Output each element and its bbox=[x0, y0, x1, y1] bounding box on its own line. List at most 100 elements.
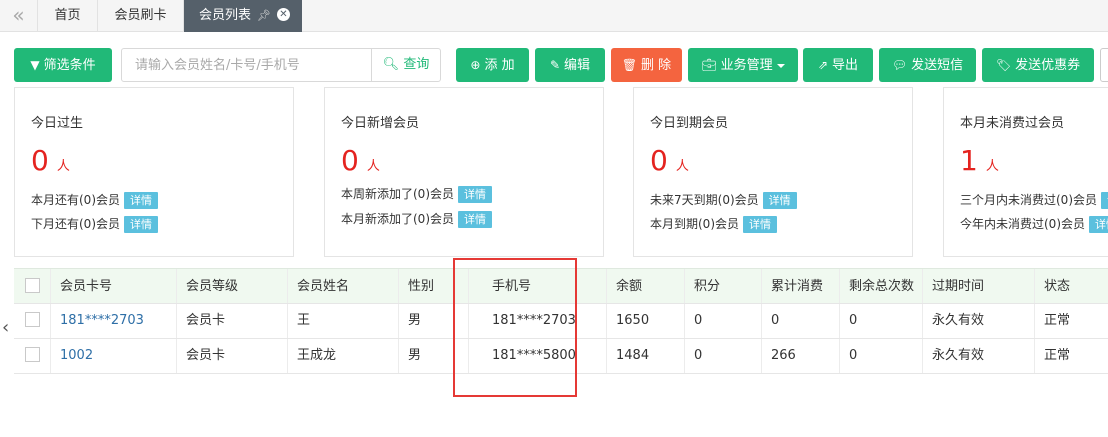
table-cell: 0 bbox=[685, 339, 762, 373]
detail-button[interactable]: 详情 bbox=[458, 211, 492, 228]
search-icon: 🔍︎ bbox=[382, 57, 400, 72]
detail-button[interactable]: 详情 bbox=[743, 216, 777, 233]
card-line: 本周新添加了(0)会员 详情 bbox=[341, 185, 492, 203]
coupon-label: 发送优惠券 bbox=[1015, 58, 1081, 73]
card-line: 下月还有(0)会员 详情 bbox=[31, 215, 158, 233]
plus-circle-icon: ⊕ bbox=[470, 58, 481, 72]
member-table: 会员卡号 会员等级 会员姓名 性别 手机号 余额 积分 累计消费 剩余总次数 过… bbox=[14, 268, 1108, 437]
toolbar: ▼筛选条件 🔍︎ 查询 ⊕添 加 ✎编辑 🗑︎删 除 💼︎业务管理 ⇗导出 💬︎… bbox=[0, 32, 1108, 87]
table-cell: 0 bbox=[762, 304, 840, 338]
tag-icon: 🏷︎ bbox=[995, 58, 1012, 72]
tab-member-swipe[interactable]: 会员刷卡 bbox=[98, 0, 184, 32]
tab-member-list[interactable]: 会员列表 📌︎ ✕ bbox=[184, 0, 302, 32]
stat-card-birthday: 今日过生 0人 本月还有(0)会员 详情 下月还有(0)会员 详情 bbox=[14, 87, 294, 257]
detail-button[interactable]: 详情 bbox=[124, 192, 158, 209]
chevron-left-icon[interactable]: ‹ bbox=[2, 318, 14, 338]
pin-icon[interactable]: 📌︎ bbox=[257, 0, 271, 31]
table-cell: 王成龙 bbox=[288, 339, 399, 373]
table-cell: 0 bbox=[685, 304, 762, 338]
column-header[interactable]: 会员卡号 bbox=[51, 269, 177, 303]
edit-label: 编辑 bbox=[564, 58, 591, 73]
column-header[interactable]: 余额 bbox=[607, 269, 685, 303]
export-button[interactable]: ⇗ 导出 bbox=[803, 48, 873, 82]
table-row[interactable]: 181****2703 会员卡 王 男 181****2703 1650 0 0… bbox=[14, 304, 1108, 339]
add-button[interactable]: ⊕ 添 加 bbox=[456, 48, 529, 82]
column-header[interactable]: 手机号 bbox=[469, 269, 607, 303]
add-label: 添 加 bbox=[484, 58, 515, 73]
column-header[interactable]: 性别 bbox=[399, 269, 469, 303]
column-header[interactable]: 过期时间 bbox=[923, 269, 1035, 303]
filter-button[interactable]: ▼ 筛选条件 bbox=[14, 48, 112, 82]
card-line: 三个月内未消费过(0)会员详情 bbox=[960, 191, 1108, 209]
search-input[interactable] bbox=[122, 49, 371, 81]
export-label: 导出 bbox=[832, 58, 859, 73]
row-checkbox[interactable] bbox=[14, 304, 51, 338]
delete-button[interactable]: 🗑︎ 删 除 bbox=[611, 48, 682, 82]
tab-label: 会员刷卡 bbox=[114, 8, 167, 23]
caret-down-icon bbox=[776, 63, 785, 68]
column-header[interactable]: 会员姓名 bbox=[288, 269, 399, 303]
send-sms-button[interactable]: 💬︎ 发送短信 bbox=[879, 48, 976, 82]
table-cell: 181****5800 bbox=[469, 339, 607, 373]
column-header[interactable]: 状态 bbox=[1035, 269, 1108, 303]
card-title: 今日新增会员 bbox=[341, 116, 420, 131]
business-label: 业务管理 bbox=[720, 58, 773, 73]
card-title: 今日到期会员 bbox=[650, 116, 729, 131]
card-count: 0人 bbox=[31, 144, 70, 177]
card-number-link[interactable]: 181****2703 bbox=[51, 304, 177, 338]
select-all-checkbox[interactable] bbox=[14, 269, 51, 303]
detail-button[interactable]: 详情 bbox=[124, 216, 158, 233]
table-cell: 266 bbox=[762, 339, 840, 373]
table-cell: 会员卡 bbox=[177, 339, 288, 373]
card-number-link[interactable]: 1002 bbox=[51, 339, 177, 373]
column-header[interactable]: 积分 bbox=[685, 269, 762, 303]
detail-button[interactable]: 详情 bbox=[458, 186, 492, 203]
chat-bubble-icon: 💬︎ bbox=[891, 58, 908, 72]
close-icon[interactable]: ✕ bbox=[276, 8, 290, 21]
column-header[interactable]: 累计消费 bbox=[762, 269, 840, 303]
query-button[interactable]: 🔍︎ 查询 bbox=[371, 49, 440, 81]
table-cell: 永久有效 bbox=[923, 304, 1035, 338]
share-icon: ⇗ bbox=[817, 58, 829, 72]
briefcase-icon: 💼︎ bbox=[701, 58, 717, 72]
table-cell: 男 bbox=[399, 339, 469, 373]
table-cell: 0 bbox=[840, 339, 923, 373]
filter-label: 筛选条件 bbox=[43, 58, 96, 73]
card-line: 本月新添加了(0)会员 详情 bbox=[341, 210, 492, 228]
card-line: 本月到期(0)会员 详情 bbox=[650, 215, 777, 233]
more-button[interactable] bbox=[1100, 48, 1108, 82]
row-checkbox[interactable] bbox=[14, 339, 51, 373]
detail-button[interactable]: 详情 bbox=[1101, 192, 1108, 209]
detail-button[interactable]: 详情 bbox=[1089, 216, 1108, 233]
table-cell: 正常 bbox=[1044, 348, 1071, 363]
table-cell: 1650 bbox=[607, 304, 685, 338]
pencil-square-icon: ✎ bbox=[549, 58, 561, 72]
double-chevron-left-icon[interactable]: « bbox=[0, 0, 38, 32]
stat-card-no-consumption: 本月未消费过会员 1人 三个月内未消费过(0)会员详情 今年内未消费过(0)会员… bbox=[943, 87, 1108, 257]
card-title: 今日过生 bbox=[31, 116, 84, 131]
column-header[interactable]: 会员等级 bbox=[177, 269, 288, 303]
tab-home[interactable]: 首页 bbox=[38, 0, 98, 32]
card-line: 未来7天到期(0)会员 详情 bbox=[650, 191, 797, 209]
card-title: 本月未消费过会员 bbox=[960, 116, 1065, 131]
column-header[interactable]: 剩余总次数 bbox=[840, 269, 923, 303]
table-row[interactable]: 1002 会员卡 王成龙 男 181****5800 1484 0 266 0 … bbox=[14, 339, 1108, 374]
card-line: 本月还有(0)会员 详情 bbox=[31, 191, 158, 209]
detail-button[interactable]: 详情 bbox=[762, 192, 797, 209]
table-cell: 正常 bbox=[1044, 313, 1071, 328]
tab-label: 首页 bbox=[54, 8, 81, 23]
funnel-icon: ▼ bbox=[30, 58, 40, 72]
table-cell: 会员卡 bbox=[177, 304, 288, 338]
table-cell: 王 bbox=[288, 304, 399, 338]
table-cell: 1484 bbox=[607, 339, 685, 373]
send-coupon-button[interactable]: 🏷︎ 发送优惠券 bbox=[982, 48, 1094, 82]
search-box: 🔍︎ 查询 bbox=[121, 48, 441, 82]
table-header: 会员卡号 会员等级 会员姓名 性别 手机号 余额 积分 累计消费 剩余总次数 过… bbox=[14, 268, 1108, 304]
query-label: 查询 bbox=[403, 57, 430, 72]
delete-label: 删 除 bbox=[641, 58, 672, 73]
table-cell: 永久有效 bbox=[923, 339, 1035, 373]
edit-button[interactable]: ✎ 编辑 bbox=[535, 48, 605, 82]
card-count: 0人 bbox=[650, 144, 689, 177]
business-management-button[interactable]: 💼︎ 业务管理 bbox=[688, 48, 798, 82]
tab-label: 会员列表 bbox=[199, 8, 252, 23]
